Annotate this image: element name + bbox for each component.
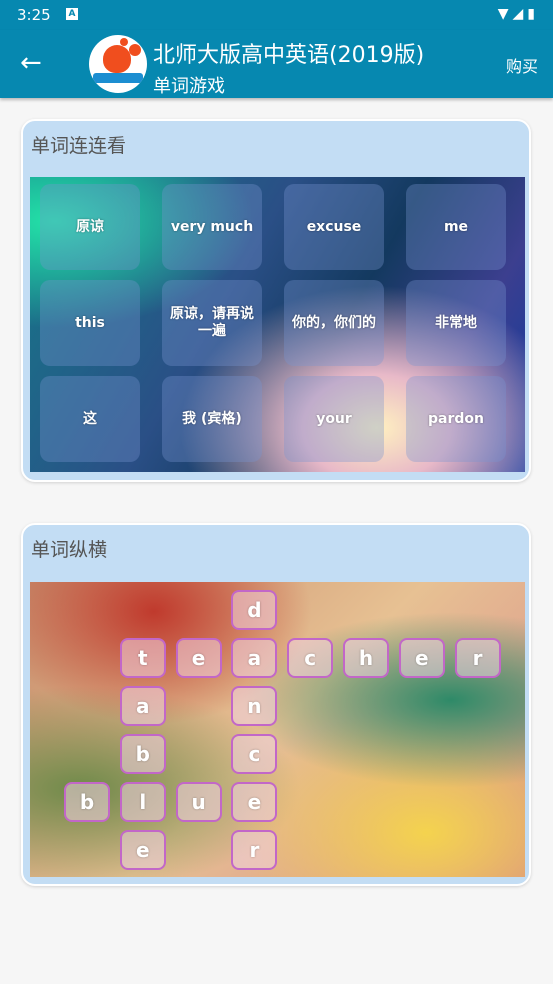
crossword-cell[interactable]: a xyxy=(119,686,166,726)
word-tile[interactable]: very much xyxy=(162,184,262,270)
crossword-preview[interactable]: dteacheranbcblueer xyxy=(30,582,525,877)
back-arrow-icon[interactable]: ← xyxy=(20,48,42,78)
crossword-cell[interactable]: h xyxy=(343,638,389,678)
word-tile[interactable]: this xyxy=(40,280,140,366)
word-tile[interactable]: 原谅，请再说一遍 xyxy=(162,280,262,366)
status-time: 3:25 xyxy=(17,6,51,24)
word-tile[interactable]: 非常地 xyxy=(406,280,506,366)
book-title: 北师大版高中英语(2019版) xyxy=(153,43,425,68)
crossword-cell[interactable]: e xyxy=(175,638,222,678)
crossword-cell[interactable]: t xyxy=(119,638,166,678)
crossword-cell[interactable]: b xyxy=(119,734,166,774)
status-bar: 3:25 A ▼◢▮ xyxy=(0,0,553,30)
wifi-signal-battery-icon: ▼◢▮ xyxy=(497,6,539,22)
crossword-cell[interactable]: c xyxy=(287,638,334,678)
crossword-cell[interactable]: n xyxy=(231,686,278,726)
word-tile[interactable]: pardon xyxy=(406,376,506,462)
crossword-cell[interactable]: c xyxy=(231,734,278,774)
buy-button[interactable]: 购买 xyxy=(506,53,538,77)
crossword-cell[interactable]: r xyxy=(231,830,278,870)
page-subtitle: 单词游戏 xyxy=(153,76,225,97)
crossword-cell[interactable]: b xyxy=(64,782,110,822)
crossword-cell[interactable]: u xyxy=(175,782,222,822)
app-bar: ← 北师大版高中英语(2019版) 单词游戏 购买 xyxy=(0,30,553,98)
notification-icon: A xyxy=(66,8,78,20)
crossword-cell[interactable]: d xyxy=(231,590,278,630)
word-tile[interactable]: 你的，你们的 xyxy=(284,280,384,366)
crossword-card[interactable]: 单词纵横 dteacheranbcblueer xyxy=(21,523,531,886)
word-tile[interactable]: 原谅 xyxy=(40,184,140,270)
app-logo xyxy=(89,35,147,93)
crossword-cell[interactable]: l xyxy=(119,782,166,822)
word-match-card[interactable]: 单词连连看 原谅 very much excuse me this 原谅，请再说一遍 你的，… xyxy=(21,119,531,482)
word-tile[interactable]: excuse xyxy=(284,184,384,270)
word-tile[interactable]: me xyxy=(406,184,506,270)
word-tile[interactable]: 我 (宾格) xyxy=(162,376,262,462)
crossword-title: 单词纵横 xyxy=(31,539,108,561)
word-match-preview[interactable]: 原谅 very much excuse me this 原谅，请再说一遍 你的，你们的 非常地… xyxy=(30,177,525,472)
crossword-cell[interactable]: a xyxy=(231,638,278,678)
crossword-cell[interactable]: r xyxy=(454,638,501,678)
word-tile[interactable]: 这 xyxy=(40,376,140,462)
word-tile[interactable]: your xyxy=(284,376,384,462)
crossword-cell[interactable]: e xyxy=(231,782,278,822)
word-match-title: 单词连连看 xyxy=(31,135,127,157)
crossword-cell[interactable]: e xyxy=(398,638,445,678)
crossword-cell[interactable]: e xyxy=(119,830,166,870)
